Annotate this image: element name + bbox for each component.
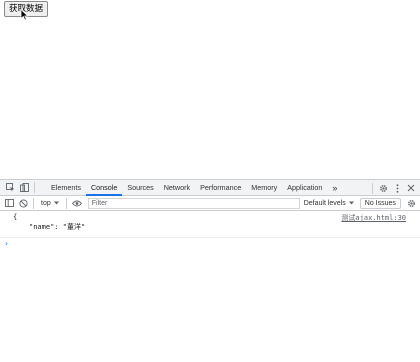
console-log-entry: { "name": "董洋" 测试ajax.html:30: [0, 212, 420, 238]
more-tabs-button[interactable]: »: [327, 180, 342, 196]
property-separator: :: [54, 223, 63, 231]
console-output: { "name": "董洋" 测试ajax.html:30 ›: [0, 212, 420, 362]
property-key: "name": [29, 223, 55, 231]
toolbar-divider-2: [65, 197, 67, 209]
tab-sources[interactable]: Sources: [122, 180, 158, 196]
clear-console-icon[interactable]: [16, 196, 30, 210]
more-options-icon[interactable]: [390, 181, 404, 195]
console-prompt[interactable]: ›: [4, 239, 9, 249]
object-open-brace[interactable]: {: [13, 213, 17, 221]
console-toolbar: top Filter Default levels No Issues: [0, 196, 420, 211]
issues-button[interactable]: No Issues: [359, 197, 401, 209]
tab-elements[interactable]: Elements: [46, 180, 86, 196]
tab-performance[interactable]: Performance: [195, 180, 246, 196]
chevron-down-icon: [53, 201, 59, 205]
page-viewport: 获取数据: [0, 0, 420, 179]
context-selector[interactable]: top: [37, 200, 63, 207]
log-levels-dropdown[interactable]: Default levels: [304, 200, 354, 207]
settings-gear-icon[interactable]: [376, 181, 390, 195]
right-divider: [372, 182, 373, 194]
console-settings-gear-icon[interactable]: [405, 196, 419, 210]
toolbar-divider: [33, 197, 34, 209]
device-toolbar-icon[interactable]: [17, 181, 31, 195]
log-levels-label: Default levels: [303, 199, 346, 207]
tab-console[interactable]: Console: [85, 180, 123, 196]
tabbar-divider: [34, 182, 35, 193]
filter-input[interactable]: Filter: [87, 197, 300, 209]
tabbar-right-actions: [369, 180, 420, 196]
tab-memory[interactable]: Memory: [246, 180, 282, 196]
tab-application[interactable]: Application: [282, 180, 327, 196]
devtools-panel: Elements Console Sources Network Perform…: [0, 179, 420, 362]
devtools-tabbar: Elements Console Sources Network Perform…: [0, 180, 420, 196]
chevron-down-icon: [348, 201, 354, 205]
sidebar-toggle-icon[interactable]: [2, 196, 16, 210]
live-expression-eye-icon[interactable]: [70, 196, 84, 210]
property-value: "董洋": [62, 223, 86, 231]
inspect-element-icon[interactable]: [3, 181, 17, 195]
context-selector-label: top: [41, 199, 51, 207]
object-property: "name": "董洋": [29, 222, 85, 232]
source-link[interactable]: 测试ajax.html:30: [341, 213, 406, 223]
mouse-cursor-icon: [20, 9, 29, 21]
close-icon[interactable]: [404, 181, 418, 195]
tab-network[interactable]: Network: [159, 180, 195, 196]
